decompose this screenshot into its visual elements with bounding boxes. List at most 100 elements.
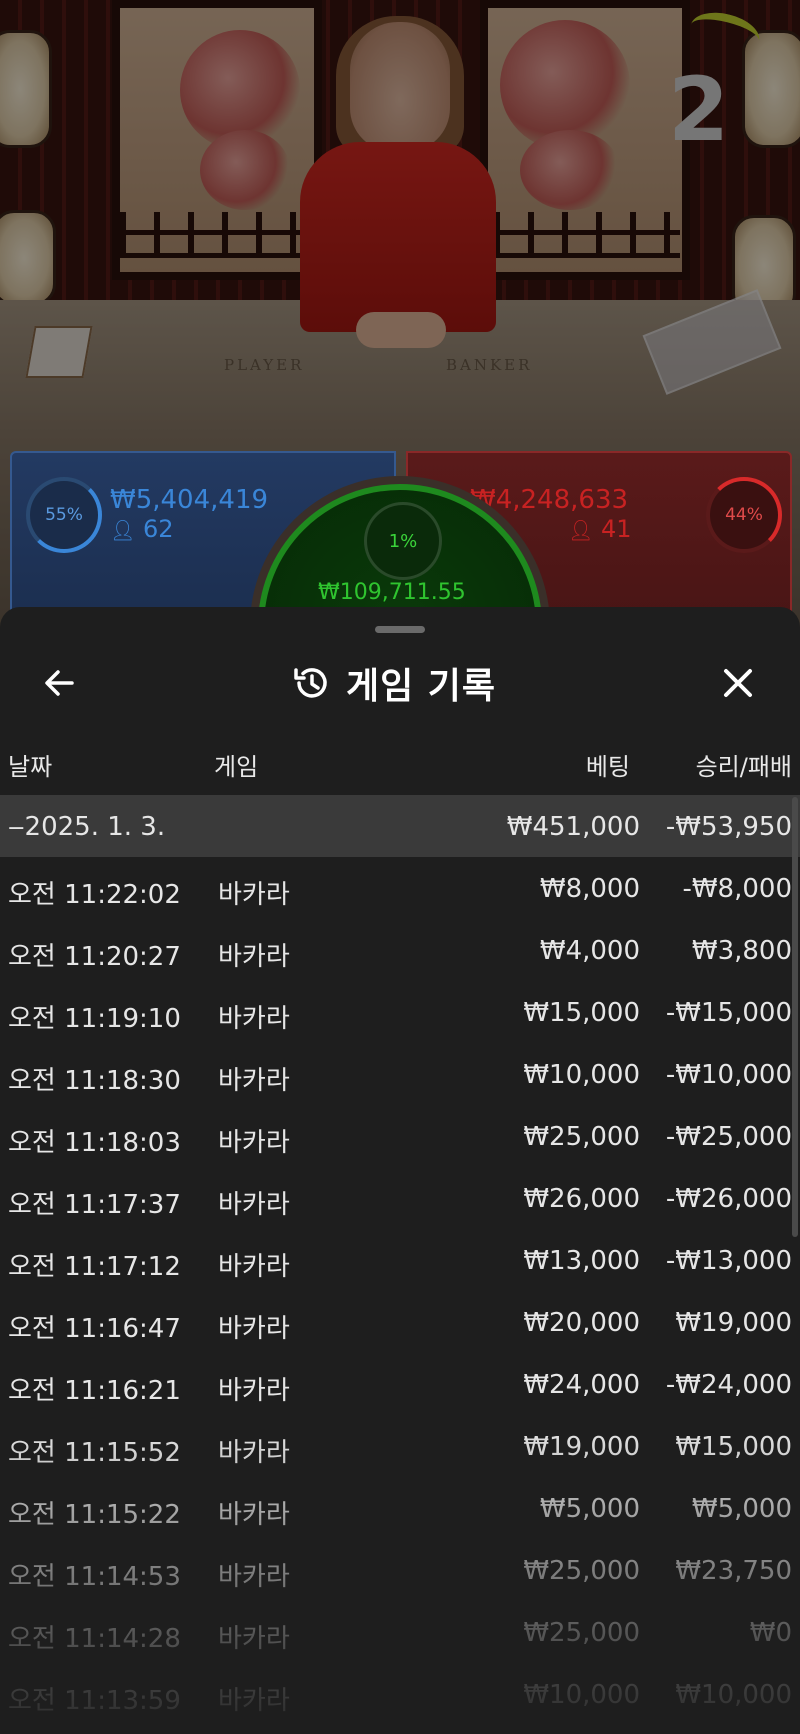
history-list[interactable]: ‒2025. 1. 3. ₩451,000 -₩53,950 오전 11:22:… — [0, 795, 800, 1725]
back-button[interactable] — [38, 661, 82, 705]
row-time: 오전 11:15:52 — [8, 1438, 181, 1468]
history-row[interactable]: 오전 11:18:03 바카라 ₩25,000 -₩25,000 — [0, 1105, 800, 1167]
row-result: ₩5,000 — [691, 1494, 792, 1524]
player-percent-ring: 55% — [26, 477, 102, 553]
row-game: 바카라 — [218, 1066, 290, 1096]
sheet-drag-handle[interactable] — [375, 626, 425, 633]
history-row[interactable]: 오전 11:16:47 바카라 ₩20,000 ₩19,000 — [0, 1291, 800, 1353]
column-bet: 베팅 — [585, 753, 630, 781]
player-total-amount: ₩5,404,419 — [110, 485, 269, 515]
row-game: 바카라 — [218, 942, 290, 972]
row-bet: ₩25,000 — [523, 1618, 640, 1648]
row-time: 오전 11:22:02 — [8, 880, 181, 910]
row-result: -₩15,000 — [665, 998, 792, 1028]
row-bet: ₩8,000 — [539, 874, 640, 904]
sheet-title: 게임 기록 — [346, 666, 497, 707]
user-icon: 👤︎ — [110, 518, 136, 542]
history-icon — [294, 668, 327, 698]
row-game: 바카라 — [218, 880, 290, 910]
row-time: 오전 11:15:22 — [8, 1500, 181, 1530]
row-bet: ₩4,000 — [539, 936, 640, 966]
row-bet: ₩25,000 — [523, 1122, 640, 1152]
row-result: -₩13,000 — [665, 1246, 792, 1276]
scrollbar[interactable] — [792, 797, 798, 1237]
row-game: 바카라 — [218, 1562, 290, 1592]
history-row[interactable]: 오전 11:17:37 바카라 ₩26,000 -₩26,000 — [0, 1167, 800, 1229]
banker-count-value: 41 — [601, 515, 632, 543]
row-game: 바카라 — [218, 1624, 290, 1654]
row-game: 바카라 — [218, 1376, 290, 1406]
row-result: ₩19,000 — [675, 1308, 792, 1338]
row-result: -₩10,000 — [665, 1060, 792, 1090]
row-game: 바카라 — [218, 1314, 290, 1344]
banker-count: 👤︎ 41 — [568, 515, 632, 543]
date-group-date: ‒2025. 1. 3. — [8, 812, 166, 842]
row-result: -₩24,000 — [665, 1370, 792, 1400]
row-result: ₩3,800 — [691, 936, 792, 966]
row-result: ₩15,000 — [675, 1432, 792, 1462]
row-bet: ₩19,000 — [523, 1432, 640, 1462]
tie-total-amount: ₩109,711.55 — [318, 580, 466, 605]
user-icon: 👤︎ — [568, 518, 594, 542]
column-game: 게임 — [214, 753, 259, 781]
row-game: 바카라 — [218, 1438, 290, 1468]
row-time: 오전 11:18:03 — [8, 1128, 181, 1158]
row-time: 오전 11:14:53 — [8, 1562, 181, 1592]
row-bet: ₩24,000 — [523, 1370, 640, 1400]
row-time: 오전 11:19:10 — [8, 1004, 181, 1034]
row-result: ₩23,750 — [675, 1556, 792, 1586]
row-game: 바카라 — [218, 1004, 290, 1034]
banker-percent-ring: 44% — [706, 477, 782, 553]
row-time: 오전 11:18:30 — [8, 1066, 181, 1096]
row-result: -₩25,000 — [665, 1122, 792, 1152]
row-game: 바카라 — [218, 1252, 290, 1282]
row-bet: ₩25,000 — [523, 1556, 640, 1586]
row-result: -₩8,000 — [682, 874, 792, 904]
row-bet: ₩10,000 — [523, 1060, 640, 1090]
tie-percent-ring: 1% — [364, 502, 442, 580]
date-group-result-total: -₩53,950 — [665, 812, 792, 842]
row-game: 바카라 — [218, 1190, 290, 1220]
row-bet: ₩26,000 — [523, 1184, 640, 1214]
history-row[interactable]: 오전 11:17:12 바카라 ₩13,000 -₩13,000 — [0, 1229, 800, 1291]
history-row[interactable]: 오전 11:18:30 바카라 ₩10,000 -₩10,000 — [0, 1043, 800, 1105]
sheet-header: 게임 기록 — [0, 643, 800, 723]
row-bet: ₩10,000 — [523, 1680, 640, 1710]
row-time: 오전 11:16:21 — [8, 1376, 181, 1406]
history-row[interactable]: 오전 11:15:52 바카라 ₩19,000 ₩15,000 — [0, 1415, 800, 1477]
row-game: 바카라 — [218, 1500, 290, 1530]
game-history-sheet: 게임 기록 날짜 게임 베팅 승리/패배 ‒2025. 1. 3. ₩451,0… — [0, 607, 800, 1734]
column-result: 승리/패배 — [695, 753, 792, 781]
row-result: -₩26,000 — [665, 1184, 792, 1214]
row-time: 오전 11:17:12 — [8, 1252, 181, 1282]
date-group-bet-total: ₩451,000 — [506, 812, 640, 842]
row-bet: ₩15,000 — [523, 998, 640, 1028]
row-result: ₩10,000 — [675, 1680, 792, 1710]
history-row[interactable]: 오전 11:16:21 바카라 ₩24,000 -₩24,000 — [0, 1353, 800, 1415]
column-date: 날짜 — [8, 753, 53, 781]
player-count: 👤︎ 62 — [110, 515, 174, 543]
arrow-left-icon — [45, 670, 74, 696]
history-row[interactable]: 오전 11:15:22 바카라 ₩5,000 ₩5,000 — [0, 1477, 800, 1539]
row-game: 바카라 — [218, 1686, 290, 1716]
row-time: 오전 11:14:28 — [8, 1624, 181, 1654]
row-result: ₩0 — [749, 1618, 792, 1648]
row-time: 오전 11:20:27 — [8, 942, 181, 972]
close-button[interactable] — [716, 661, 760, 705]
history-row[interactable]: 오전 11:14:28 바카라 ₩25,000 ₩0 — [0, 1601, 800, 1663]
table-header: 날짜 게임 베팅 승리/패배 — [0, 737, 800, 793]
history-row[interactable]: 오전 11:13:59 바카라 ₩10,000 ₩10,000 — [0, 1663, 800, 1725]
history-row[interactable]: 오전 11:14:53 바카라 ₩25,000 ₩23,750 — [0, 1539, 800, 1601]
row-time: 오전 11:17:37 — [8, 1190, 181, 1220]
sheet-title-group: 게임 기록 — [290, 657, 496, 709]
row-game: 바카라 — [218, 1128, 290, 1158]
history-row[interactable]: 오전 11:19:10 바카라 ₩15,000 -₩15,000 — [0, 981, 800, 1043]
history-row[interactable]: 오전 11:22:02 바카라 ₩8,000 -₩8,000 — [0, 857, 800, 919]
row-bet: ₩13,000 — [523, 1246, 640, 1276]
row-bet: ₩5,000 — [539, 1494, 640, 1524]
player-count-value: 62 — [143, 515, 174, 543]
row-time: 오전 11:13:59 — [8, 1686, 181, 1716]
history-row[interactable]: 오전 11:20:27 바카라 ₩4,000 ₩3,800 — [0, 919, 800, 981]
row-time: 오전 11:16:47 — [8, 1314, 181, 1344]
date-group-row[interactable]: ‒2025. 1. 3. ₩451,000 -₩53,950 — [0, 795, 800, 857]
